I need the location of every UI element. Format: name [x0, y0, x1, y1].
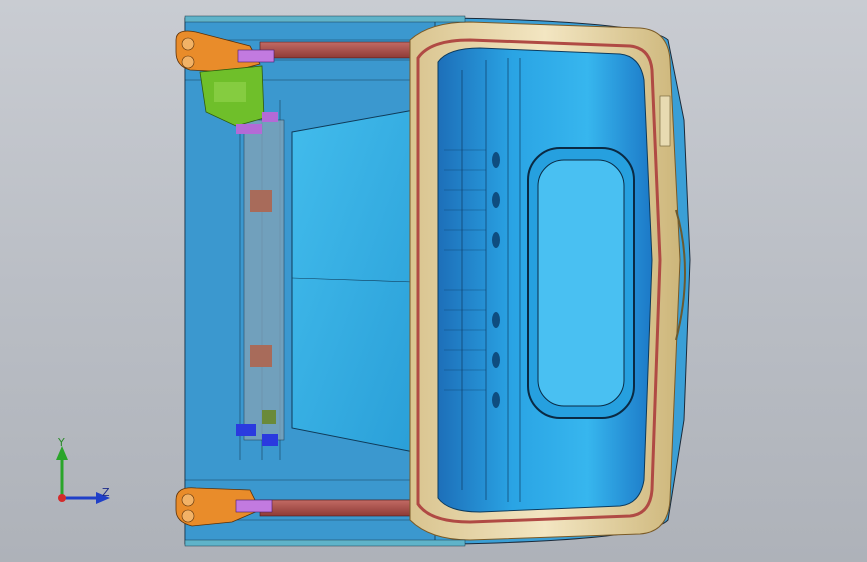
- vehicle-body-model[interactable]: [0, 0, 867, 562]
- rear-window-opening: [527, 147, 635, 419]
- y-axis-label: Y: [58, 436, 65, 449]
- z-axis-label: Z: [102, 486, 110, 499]
- floor-flat-panel: [291, 109, 415, 453]
- coordinate-triad: Y Z: [40, 436, 120, 516]
- axis-arrows-icon: [56, 446, 110, 504]
- cad-graphics-area[interactable]: Y Z: [0, 0, 867, 562]
